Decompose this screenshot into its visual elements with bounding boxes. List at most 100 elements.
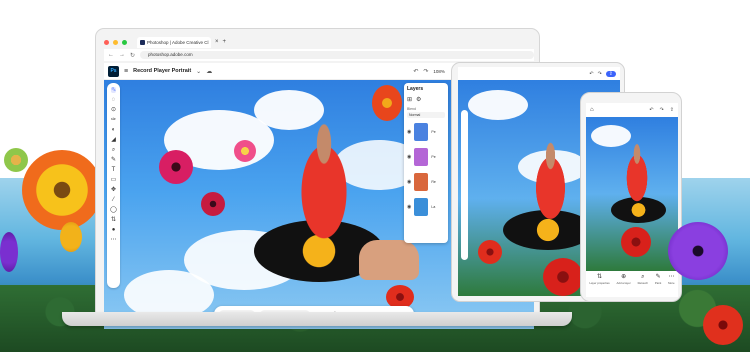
layer-tools: ⊞ ⚙ [407, 96, 445, 103]
purple-flower [668, 222, 728, 280]
phone-share-icon[interactable]: ⇪ [670, 107, 678, 113]
window-minimize-dot[interactable] [113, 39, 118, 45]
tool-icon-6[interactable]: ⌕ [112, 147, 115, 153]
tablet-tool-bar [461, 110, 468, 260]
tablet-undo-icon[interactable]: ↶ [589, 71, 593, 77]
phone-tool-label: Add a layer [616, 281, 631, 285]
layer-name: La [431, 205, 436, 209]
menu-icon[interactable]: ≡ [124, 68, 128, 75]
forward-icon[interactable]: → [119, 52, 125, 58]
phone-tool-0[interactable]: ⇅ Layer properties [589, 274, 609, 285]
phone-tool-1[interactable]: ⊕ Add a layer [617, 274, 631, 285]
layers-list: ◉ Pe ◉ Pe ◉ Re ◉ La [407, 121, 445, 218]
laptop-base [62, 312, 572, 326]
phone-tool-2[interactable]: ⌕ Retouch [638, 274, 648, 285]
tablet-header: ↶ ↷ ⇪ [458, 67, 620, 80]
tool-icon-11[interactable]: ⁄ [113, 197, 114, 203]
phone-tool-3[interactable]: ✎ Paint [655, 274, 661, 285]
red-bloom [478, 240, 502, 264]
cloud-icon[interactable]: ☁ [206, 68, 212, 75]
new-tab-icon[interactable]: + [223, 39, 227, 45]
tool-icon-4[interactable]: ◐ [112, 127, 116, 133]
tool-icon-15[interactable]: ⋯ [111, 237, 117, 243]
phone-tool-icon: ⋯ [668, 274, 675, 280]
tool-bar: ⬁ ◌ ⊙ ✑ ◐ ◢ ⌕ ✎ T ▭ ✥ ⁄ ◯ ⇅ ● ⋯ [107, 83, 120, 288]
document-title[interactable]: Record Player Portrait [133, 68, 191, 74]
cloud [468, 90, 528, 120]
phone-tool-icon: ✎ [655, 274, 661, 280]
tool-icon-14[interactable]: ● [112, 227, 116, 233]
phone-header: ⌂ ↶ ↷ ⇪ [586, 103, 678, 117]
tool-icon-5[interactable]: ◢ [111, 137, 116, 143]
phone-tool-label: More [668, 281, 675, 285]
back-icon[interactable]: ← [108, 52, 114, 58]
red-flower [703, 305, 743, 345]
tool-icon-10[interactable]: ✥ [111, 187, 116, 193]
layer-row[interactable]: ◉ Pe [407, 146, 445, 168]
redo-icon[interactable]: ↷ [423, 68, 428, 75]
orange-poppy [372, 85, 402, 121]
layer-thumbnail [414, 148, 429, 166]
tool-icon-2[interactable]: ⊙ [111, 107, 116, 113]
browser-tab[interactable]: Photoshop | Adobe Creative Cl [137, 36, 211, 48]
tablet-redo-icon[interactable]: ↷ [598, 71, 602, 77]
phone-tool-label: Layer properties [589, 281, 610, 285]
layer-settings-icon[interactable]: ⚙ [416, 96, 421, 103]
address-bar: ← → ↻ photoshop.adobe.com [104, 49, 534, 61]
window-close-dot[interactable] [104, 39, 109, 45]
phone-tool-label: Retouch [637, 281, 649, 285]
tab-close-icon[interactable]: × [215, 39, 219, 45]
phone-redo-icon[interactable]: ↷ [660, 107, 664, 113]
phone-undo-icon[interactable]: ↶ [649, 107, 653, 113]
layers-panel: Layers ⊞ ⚙ Blend Normal ◉ Pe ◉ Pe ◉ Re ◉ La [404, 83, 448, 243]
url-field[interactable]: photoshop.adobe.com [140, 51, 534, 59]
layer-row[interactable]: ◉ Re [407, 171, 445, 193]
window-maximize-dot[interactable] [122, 39, 127, 45]
red-bloom [621, 227, 651, 257]
pink-flower [234, 140, 256, 162]
zoom-level[interactable]: 108% [433, 69, 445, 74]
undo-icon[interactable]: ↶ [413, 68, 418, 75]
layer-row[interactable]: ◉ Pe [407, 121, 445, 143]
add-layer-icon[interactable]: ⊞ [407, 96, 412, 103]
eye-icon[interactable]: ◉ [407, 154, 411, 160]
eye-icon[interactable]: ◉ [407, 204, 411, 210]
layer-name: Pe [431, 155, 436, 159]
stage: Photoshop | Adobe Creative Cl × + ← → ↻ … [0, 0, 750, 352]
home-icon[interactable]: ⌂ [590, 107, 594, 113]
person-figure [289, 120, 359, 240]
eye-icon[interactable]: ◉ [407, 129, 411, 135]
tool-icon-7[interactable]: ✎ [111, 157, 116, 163]
tool-icon-8[interactable]: T [112, 167, 116, 173]
person-figure [621, 142, 653, 202]
layer-name: Re [431, 180, 436, 184]
browser-tab-bar: Photoshop | Adobe Creative Cl × + [104, 36, 534, 48]
tool-icon-3[interactable]: ✑ [111, 117, 116, 123]
eye-icon[interactable]: ◉ [407, 179, 411, 185]
tool-icon-1[interactable]: ◌ [112, 97, 116, 103]
phone: ⌂ ↶ ↷ ⇪ ⇅ Layer properties ⊕ Add a layer ⌕ Re… [580, 92, 682, 302]
magenta-flower [159, 150, 193, 184]
photoshop-tab-icon [140, 39, 145, 45]
purple-flower [0, 232, 18, 272]
tool-icon-13[interactable]: ⇅ [111, 217, 116, 223]
phone-tool-4[interactable]: ⋯ More [668, 274, 674, 285]
phone-tool-icon: ⇅ [597, 274, 603, 280]
photoshop-logo: Ps [108, 65, 119, 77]
tab-title: Photoshop | Adobe Creative Cl [147, 39, 209, 45]
red-bloom [543, 258, 583, 296]
tablet-share-icon[interactable]: ⇪ [605, 70, 616, 77]
chevron-down-icon[interactable]: ⌄ [196, 68, 201, 75]
reload-icon[interactable]: ↻ [130, 52, 135, 59]
phone-tool-icon: ⊕ [621, 274, 627, 280]
red-flower [201, 192, 225, 216]
phone-tool-icon: ⌕ [641, 274, 645, 280]
layer-row[interactable]: ◉ La [407, 196, 445, 218]
blend-mode-select[interactable]: Normal [407, 112, 445, 118]
layer-thumbnail [414, 173, 429, 191]
tool-icon-9[interactable]: ▭ [111, 177, 117, 183]
tool-icon-12[interactable]: ◯ [110, 207, 117, 213]
blend-label: Blend [407, 107, 416, 111]
tool-icon-0[interactable]: ⬁ [110, 87, 117, 93]
phone-canvas[interactable] [586, 117, 678, 271]
